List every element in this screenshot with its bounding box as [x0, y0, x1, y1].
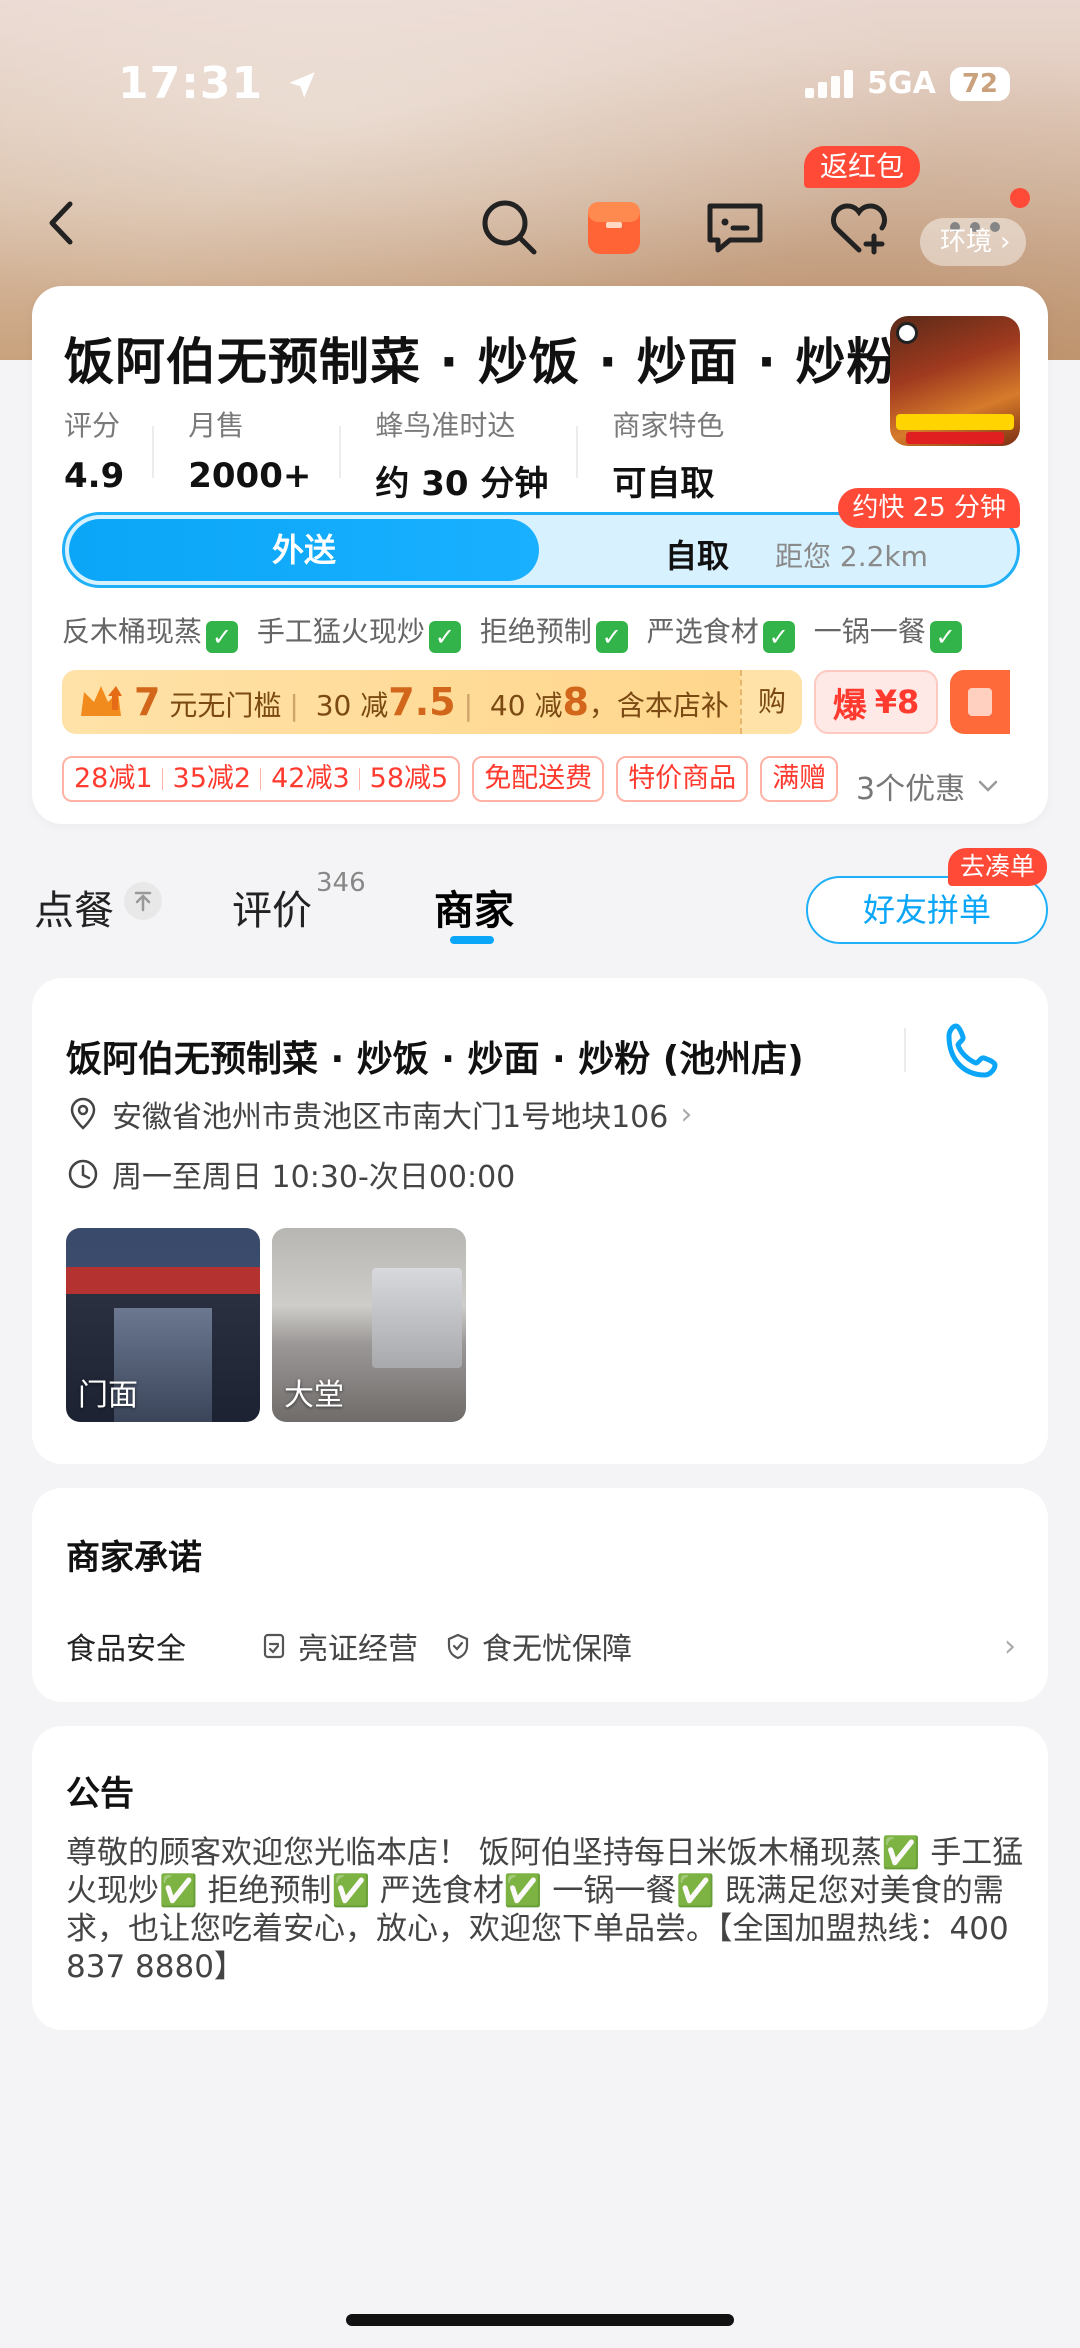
- environment-label: 环境: [940, 227, 993, 257]
- pickup-distance: 距您 2.2km: [775, 540, 928, 573]
- brand-badge-icon: [896, 322, 918, 344]
- status-time: 17:31: [118, 58, 319, 109]
- merchant-info-card: 饭阿伯无预制菜 · 炒饭 · 炒面 · 炒粉 (池州店) 安徽省池州市贵池区市南…: [32, 978, 1048, 1464]
- stat-delivery-time: 蜂鸟准时达 约 30 分钟: [375, 404, 579, 505]
- announcement-title: 公告: [66, 1774, 134, 1814]
- chevron-right-icon: ›: [1004, 1628, 1016, 1664]
- mode-pickup-button[interactable]: 自取: [665, 531, 729, 577]
- coupon-tags: 28减1 35减2 42减3 58减5 免配送费 特价商品 满赠: [62, 756, 839, 802]
- announcement-text: 尊敬的顾客欢迎您光临本店！ 饭阿伯坚持每日米饭木桶现蒸✅ 手工猛火现炒✅ 拒绝预…: [66, 1835, 1024, 1985]
- group-order-button[interactable]: 好友拼单: [806, 876, 1048, 944]
- promise-item-license: 亮证经营: [260, 1624, 418, 1668]
- store-features: 反木桶现蒸 ✓ 手工猛火现炒 ✓ 拒绝预制 ✓ 严选食材 ✓ 一锅一餐 ✓: [62, 610, 972, 653]
- store-stats: 评分 4.9 月售 2000+ 蜂鸟准时达 约 30 分钟 商家特色 可自取: [64, 404, 788, 505]
- promo-row: 7 元无门槛 | 30 减7.5 | 40 减8，含本店补 1 购 爆 ¥8: [62, 670, 1010, 734]
- promo-buy-button[interactable]: 购: [740, 670, 802, 734]
- status-indicators: 5GA 72: [805, 66, 1010, 101]
- stat-monthly-sales: 月售 2000+: [188, 404, 342, 505]
- license-doc-icon: [263, 1633, 285, 1659]
- check-icon: ✓: [929, 621, 962, 653]
- merchant-full-name: 饭阿伯无预制菜 · 炒饭 · 炒面 · 炒粉 (池州店): [66, 1039, 804, 1080]
- redpacket-badge[interactable]: 返红包: [804, 146, 921, 188]
- chat-icon[interactable]: [700, 192, 770, 262]
- store-logo-image[interactable]: [890, 316, 1020, 446]
- add-on-badge: 去凑单: [948, 848, 1048, 886]
- tab-order[interactable]: 点餐: [34, 878, 162, 936]
- shop-box-icon[interactable]: [580, 192, 650, 262]
- chevron-right-icon: ›: [1000, 227, 1011, 257]
- chevron-right-icon: ›: [680, 1096, 693, 1132]
- store-tabs: 点餐 评价 346 商家 好友拼单 去凑单: [0, 848, 1080, 960]
- clock-icon: [68, 1159, 98, 1189]
- redpacket-icon[interactable]: [950, 670, 1010, 734]
- notification-dot: [1010, 188, 1030, 208]
- location-arrow-icon: [289, 72, 316, 98]
- chevron-down-icon: [978, 780, 998, 792]
- promise-item-assurance: 食无忧保障: [444, 1624, 632, 1668]
- store-summary-card: 饭阿伯无预制菜 · 炒饭 · 炒面 · 炒粉 评分 4.9 月售 2000+ 蜂…: [32, 286, 1048, 824]
- mode-delivery-button[interactable]: 外送: [69, 519, 539, 581]
- crown-icon: [81, 686, 122, 716]
- promise-row: 食品安全 亮证经营 食无忧保障 ›: [66, 1624, 1016, 1668]
- search-icon[interactable]: [474, 192, 544, 262]
- merchant-hours: 周一至周日 10:30-次日00:00: [66, 1152, 515, 1196]
- stat-rating: 评分 4.9: [64, 404, 155, 505]
- check-icon: ✓: [762, 621, 795, 653]
- store-photos: 门面 大堂: [66, 1228, 466, 1422]
- discount-tiers[interactable]: 28减1 35减2 42减3 58减5: [62, 756, 461, 802]
- faster-badge: 约快 25 分钟: [838, 488, 1020, 528]
- battery-indicator: 72: [949, 66, 1010, 101]
- check-icon: ✓: [428, 621, 461, 653]
- dining-hall-photo[interactable]: 大堂: [272, 1228, 466, 1422]
- active-tab-indicator: [450, 936, 494, 944]
- promise-title: 商家承诺: [66, 1538, 202, 1578]
- tab-review[interactable]: 评价 346: [232, 868, 366, 936]
- review-count: 346: [316, 868, 366, 898]
- shield-check-icon: [447, 1633, 469, 1660]
- announcement-card: 公告 尊敬的顾客欢迎您光临本店！ 饭阿伯坚持每日米饭木桶现蒸✅ 手工猛火现炒✅ …: [32, 1726, 1048, 2030]
- top-nav: [0, 170, 1080, 280]
- promise-category: 食品安全: [66, 1632, 186, 1667]
- location-pin-icon: [70, 1097, 96, 1130]
- status-bar: 17:31 5GA 72: [0, 0, 1080, 170]
- member-promo-banner[interactable]: 7 元无门槛 | 30 减7.5 | 40 减8，含本店补 1 购: [62, 670, 802, 734]
- favorite-heart-icon[interactable]: [824, 192, 894, 262]
- back-icon[interactable]: [38, 196, 88, 250]
- pin-top-icon: [124, 882, 162, 920]
- signal-icon: [805, 69, 854, 98]
- merchant-address[interactable]: 安徽省池州市贵池区市南大门1号地块106 ›: [66, 1092, 692, 1136]
- network-label: 5GA: [867, 66, 936, 101]
- storefront-photo[interactable]: 门面: [66, 1228, 260, 1422]
- coupon-gift[interactable]: 满赠: [760, 756, 839, 802]
- coupon-special-price[interactable]: 特价商品: [616, 756, 749, 802]
- coupon-free-delivery[interactable]: 免配送费: [472, 756, 605, 802]
- phone-icon[interactable]: [936, 1016, 1008, 1088]
- hot-deal-coupon[interactable]: 爆 ¥8: [814, 670, 938, 734]
- merchant-promise-card[interactable]: 商家承诺 食品安全 亮证经营 食无忧保障 ›: [32, 1488, 1048, 1702]
- store-name: 饭阿伯无预制菜 · 炒饭 · 炒面 · 炒粉: [64, 333, 898, 391]
- home-indicator[interactable]: [346, 2314, 734, 2326]
- check-icon: ✓: [206, 621, 239, 653]
- environment-button[interactable]: 环境 ›: [920, 218, 1027, 266]
- check-icon: ✓: [595, 621, 628, 653]
- stat-feature: 商家特色 可自取: [612, 409, 725, 504]
- tab-merchant[interactable]: 商家: [434, 878, 514, 936]
- more-offers-button[interactable]: 3个优惠: [856, 764, 1001, 808]
